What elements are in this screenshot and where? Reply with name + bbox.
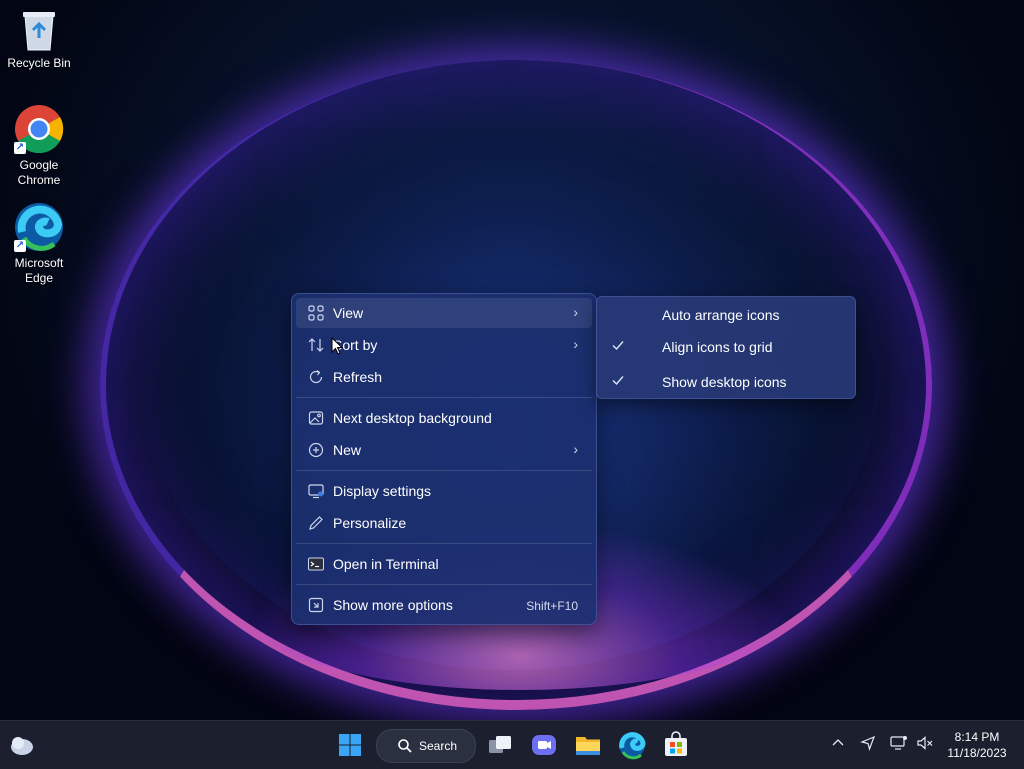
task-view-button[interactable] — [484, 729, 516, 761]
chevron-right-icon: › — [573, 441, 578, 457]
mouse-cursor-icon — [331, 337, 343, 355]
desktop-icon-label: Microsoft — [14, 256, 64, 270]
terminal-icon — [308, 557, 324, 571]
display-icon — [308, 484, 324, 499]
taskbar: Search 8:14 PM 11/18/2023 — [0, 720, 1024, 769]
desktop-icon-google-chrome[interactable]: ↗ Google Chrome — [0, 104, 78, 188]
location-icon — [860, 735, 876, 751]
volume-tray-button[interactable] — [916, 735, 934, 754]
menu-item-label: Next desktop background — [333, 410, 492, 426]
volume-muted-icon — [917, 736, 933, 750]
chat-icon — [532, 735, 556, 755]
pen-icon — [309, 516, 323, 530]
menu-item-label: New — [333, 442, 362, 458]
menu-item-label: Open in Terminal — [333, 556, 439, 572]
menu-item-next-desktop-background[interactable]: Next desktop background — [296, 403, 592, 433]
shortcut-arrow-icon: ↗ — [14, 240, 26, 252]
location-tray-button[interactable] — [860, 735, 876, 754]
store-icon — [665, 731, 687, 756]
image-icon — [308, 411, 324, 425]
taskbar-search-box[interactable]: Search — [376, 729, 476, 763]
menu-divider — [296, 584, 592, 585]
more-options-icon — [308, 597, 324, 613]
task-view-icon — [489, 736, 511, 753]
search-icon — [398, 739, 412, 753]
plus-circle-icon — [308, 442, 324, 458]
keyboard-shortcut: Shift+F10 — [526, 599, 578, 613]
chevron-right-icon: › — [573, 336, 578, 352]
network-icon — [890, 736, 907, 750]
menu-item-open-in-terminal[interactable]: Open in Terminal — [296, 549, 592, 579]
desktop-icon-label: Google — [19, 158, 59, 172]
submenu-item-label: Align icons to grid — [662, 339, 773, 355]
shortcut-arrow-icon: ↗ — [14, 142, 26, 154]
submenu-item-auto-arrange-icons[interactable]: Auto arrange icons — [601, 300, 851, 328]
chevron-up-icon — [832, 739, 844, 746]
desktop-icon-label: Recycle Bin — [7, 56, 71, 70]
menu-item-label: View — [333, 305, 364, 321]
menu-item-label: Personalize — [333, 515, 407, 531]
menu-item-label: Refresh — [333, 369, 383, 385]
grid-icon — [308, 305, 324, 321]
view-submenu: Auto arrange icons Align icons to grid S… — [596, 296, 856, 399]
menu-item-personalize[interactable]: Personalize — [296, 508, 592, 538]
menu-item-new[interactable]: New › — [296, 435, 592, 465]
submenu-item-label: Show desktop icons — [662, 374, 787, 390]
menu-divider — [296, 470, 592, 471]
menu-item-label: Display settings — [333, 483, 432, 499]
desktop-icon-microsoft-edge[interactable]: ↗ Microsoft Edge — [0, 202, 78, 286]
show-hidden-icons-button[interactable] — [830, 735, 846, 754]
menu-item-refresh[interactable]: Refresh — [296, 362, 592, 392]
desktop-icon-label: Edge — [24, 271, 54, 285]
desktop-icon-label: Chrome — [17, 173, 61, 187]
menu-item-display-settings[interactable]: Display settings — [296, 476, 592, 506]
menu-item-label: Show more options — [333, 597, 453, 613]
menu-divider — [296, 397, 592, 398]
menu-item-view[interactable]: View › — [296, 298, 592, 328]
chevron-right-icon: › — [573, 304, 578, 320]
desktop-icon-recycle-bin[interactable]: Recycle Bin — [0, 8, 78, 71]
edge-icon — [619, 732, 646, 760]
recycle-bin-icon — [23, 12, 55, 51]
checkmark-icon — [612, 341, 624, 351]
widgets-button[interactable] — [8, 729, 38, 761]
menu-divider — [296, 543, 592, 544]
store-button[interactable] — [660, 729, 692, 761]
menu-item-show-more-options[interactable]: Show more options Shift+F10 — [296, 590, 592, 620]
submenu-item-align-icons-to-grid[interactable]: Align icons to grid — [601, 332, 851, 360]
file-explorer-icon — [576, 737, 600, 755]
sort-icon — [308, 338, 324, 352]
network-tray-button[interactable] — [890, 735, 908, 754]
clock-date: 11/18/2023 — [947, 746, 1007, 760]
checkmark-icon — [612, 376, 624, 386]
chat-button[interactable] — [528, 729, 560, 761]
taskbar-clock[interactable]: 8:14 PM 11/18/2023 — [944, 729, 1010, 761]
submenu-item-label: Auto arrange icons — [662, 307, 780, 323]
weather-cloud-icon — [11, 737, 33, 755]
clock-time: 8:14 PM — [954, 730, 1000, 744]
file-explorer-button[interactable] — [572, 729, 604, 761]
start-icon — [339, 734, 361, 756]
start-button[interactable] — [334, 729, 366, 761]
submenu-item-show-desktop-icons[interactable]: Show desktop icons — [601, 367, 851, 395]
refresh-icon — [309, 370, 323, 384]
edge-taskbar-button[interactable] — [616, 729, 648, 761]
search-label: Search — [419, 739, 458, 753]
